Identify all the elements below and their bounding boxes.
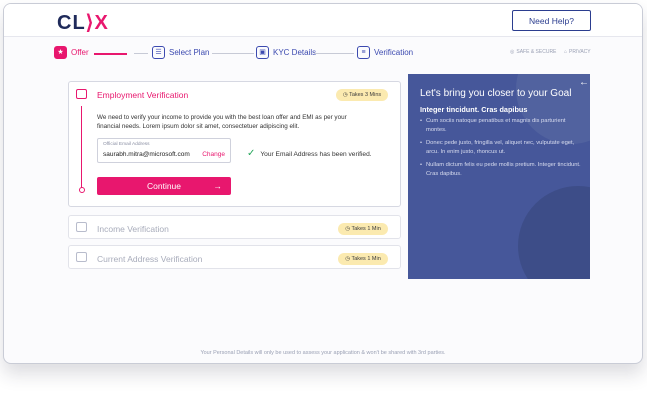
list-item: Nullam dictum felis eu pede mollis preti… [420, 161, 585, 178]
employment-description: We need to verify your income to provide… [97, 114, 347, 130]
promo-panel: ← Let's bring you closer to your Goal In… [408, 74, 590, 279]
decor-circle [518, 186, 590, 279]
list-item: Donec pede justo, fringilla vel, aliquet… [420, 139, 585, 156]
step-connector [314, 53, 354, 54]
arrow-left-icon[interactable]: ← [579, 77, 589, 88]
lock-icon: ⌂ [564, 49, 568, 55]
clix-logo[interactable]: CL⟩X [57, 10, 109, 35]
location-icon [76, 252, 87, 262]
arrow-right-icon: → [213, 181, 223, 191]
change-email-link[interactable]: Change [202, 151, 225, 158]
verified-message: ✓ Your Email Address has been verified. [247, 148, 372, 159]
gift-icon: ★ [54, 46, 67, 59]
need-help-button[interactable]: Need Help? [512, 10, 591, 31]
promo-subheading: Integer tincidunt. Cras dapibus [420, 105, 528, 114]
list-item: Cum sociis natoque penatibus et magnis d… [420, 117, 585, 134]
document-upload-icon [76, 222, 87, 232]
privacy-footer: Your Personal Details will only be used … [200, 350, 446, 356]
progress-stepper: ★ Offer ☰ Select Plan ▣ KYC Details ≡ Ve… [4, 40, 642, 64]
document-icon: ≡ [357, 46, 370, 59]
timeline-line [81, 106, 82, 190]
step-select-plan[interactable]: ☰ Select Plan [152, 46, 209, 59]
privacy-link[interactable]: ⌂ PRIVACY [564, 49, 591, 55]
time-badge: ◷ Takes 1 Min [338, 223, 388, 235]
promo-list: Cum sociis natoque penatibus et magnis d… [420, 117, 585, 183]
income-verification-card[interactable]: Income Verification ◷ Takes 1 Min [68, 215, 401, 239]
continue-button[interactable]: Continue → [97, 177, 231, 195]
email-label: Official Email Address [103, 142, 150, 147]
time-badge: ◷ Takes 3 Mins [336, 89, 388, 101]
employment-verification-card: Employment Verification ◷ Takes 3 Mins W… [68, 81, 401, 207]
address-verification-card[interactable]: Current Address Verification ◷ Takes 1 M… [68, 245, 401, 269]
app-window: CL⟩X Need Help? ★ Offer ☰ Select Plan ▣ … [3, 3, 643, 364]
id-card-icon: ▣ [256, 46, 269, 59]
check-icon: ✓ [247, 148, 256, 159]
step-offer[interactable]: ★ Offer [54, 46, 89, 59]
briefcase-icon [76, 89, 87, 99]
step-connector [134, 53, 148, 54]
email-value[interactable]: saurabh.mitra@microsoft.com [103, 151, 190, 158]
step-connector [94, 53, 127, 55]
top-header: CL⟩X Need Help? [4, 4, 642, 37]
email-field[interactable]: Official Email Address saurabh.mitra@mic… [97, 138, 231, 163]
shield-icon: ◎ [510, 49, 515, 55]
step-verification[interactable]: ≡ Verification [357, 46, 413, 59]
promo-heading: Let's bring you closer to your Goal [420, 88, 572, 99]
time-badge: ◷ Takes 1 Min [338, 253, 388, 265]
safe-secure-badge: ◎ SAFE & SECURE [510, 49, 557, 55]
step-kyc-details[interactable]: ▣ KYC Details [256, 46, 316, 59]
step-connector [212, 53, 254, 54]
employment-title: Employment Verification [97, 90, 189, 100]
timeline-dot [79, 187, 85, 193]
plan-icon: ☰ [152, 46, 165, 59]
